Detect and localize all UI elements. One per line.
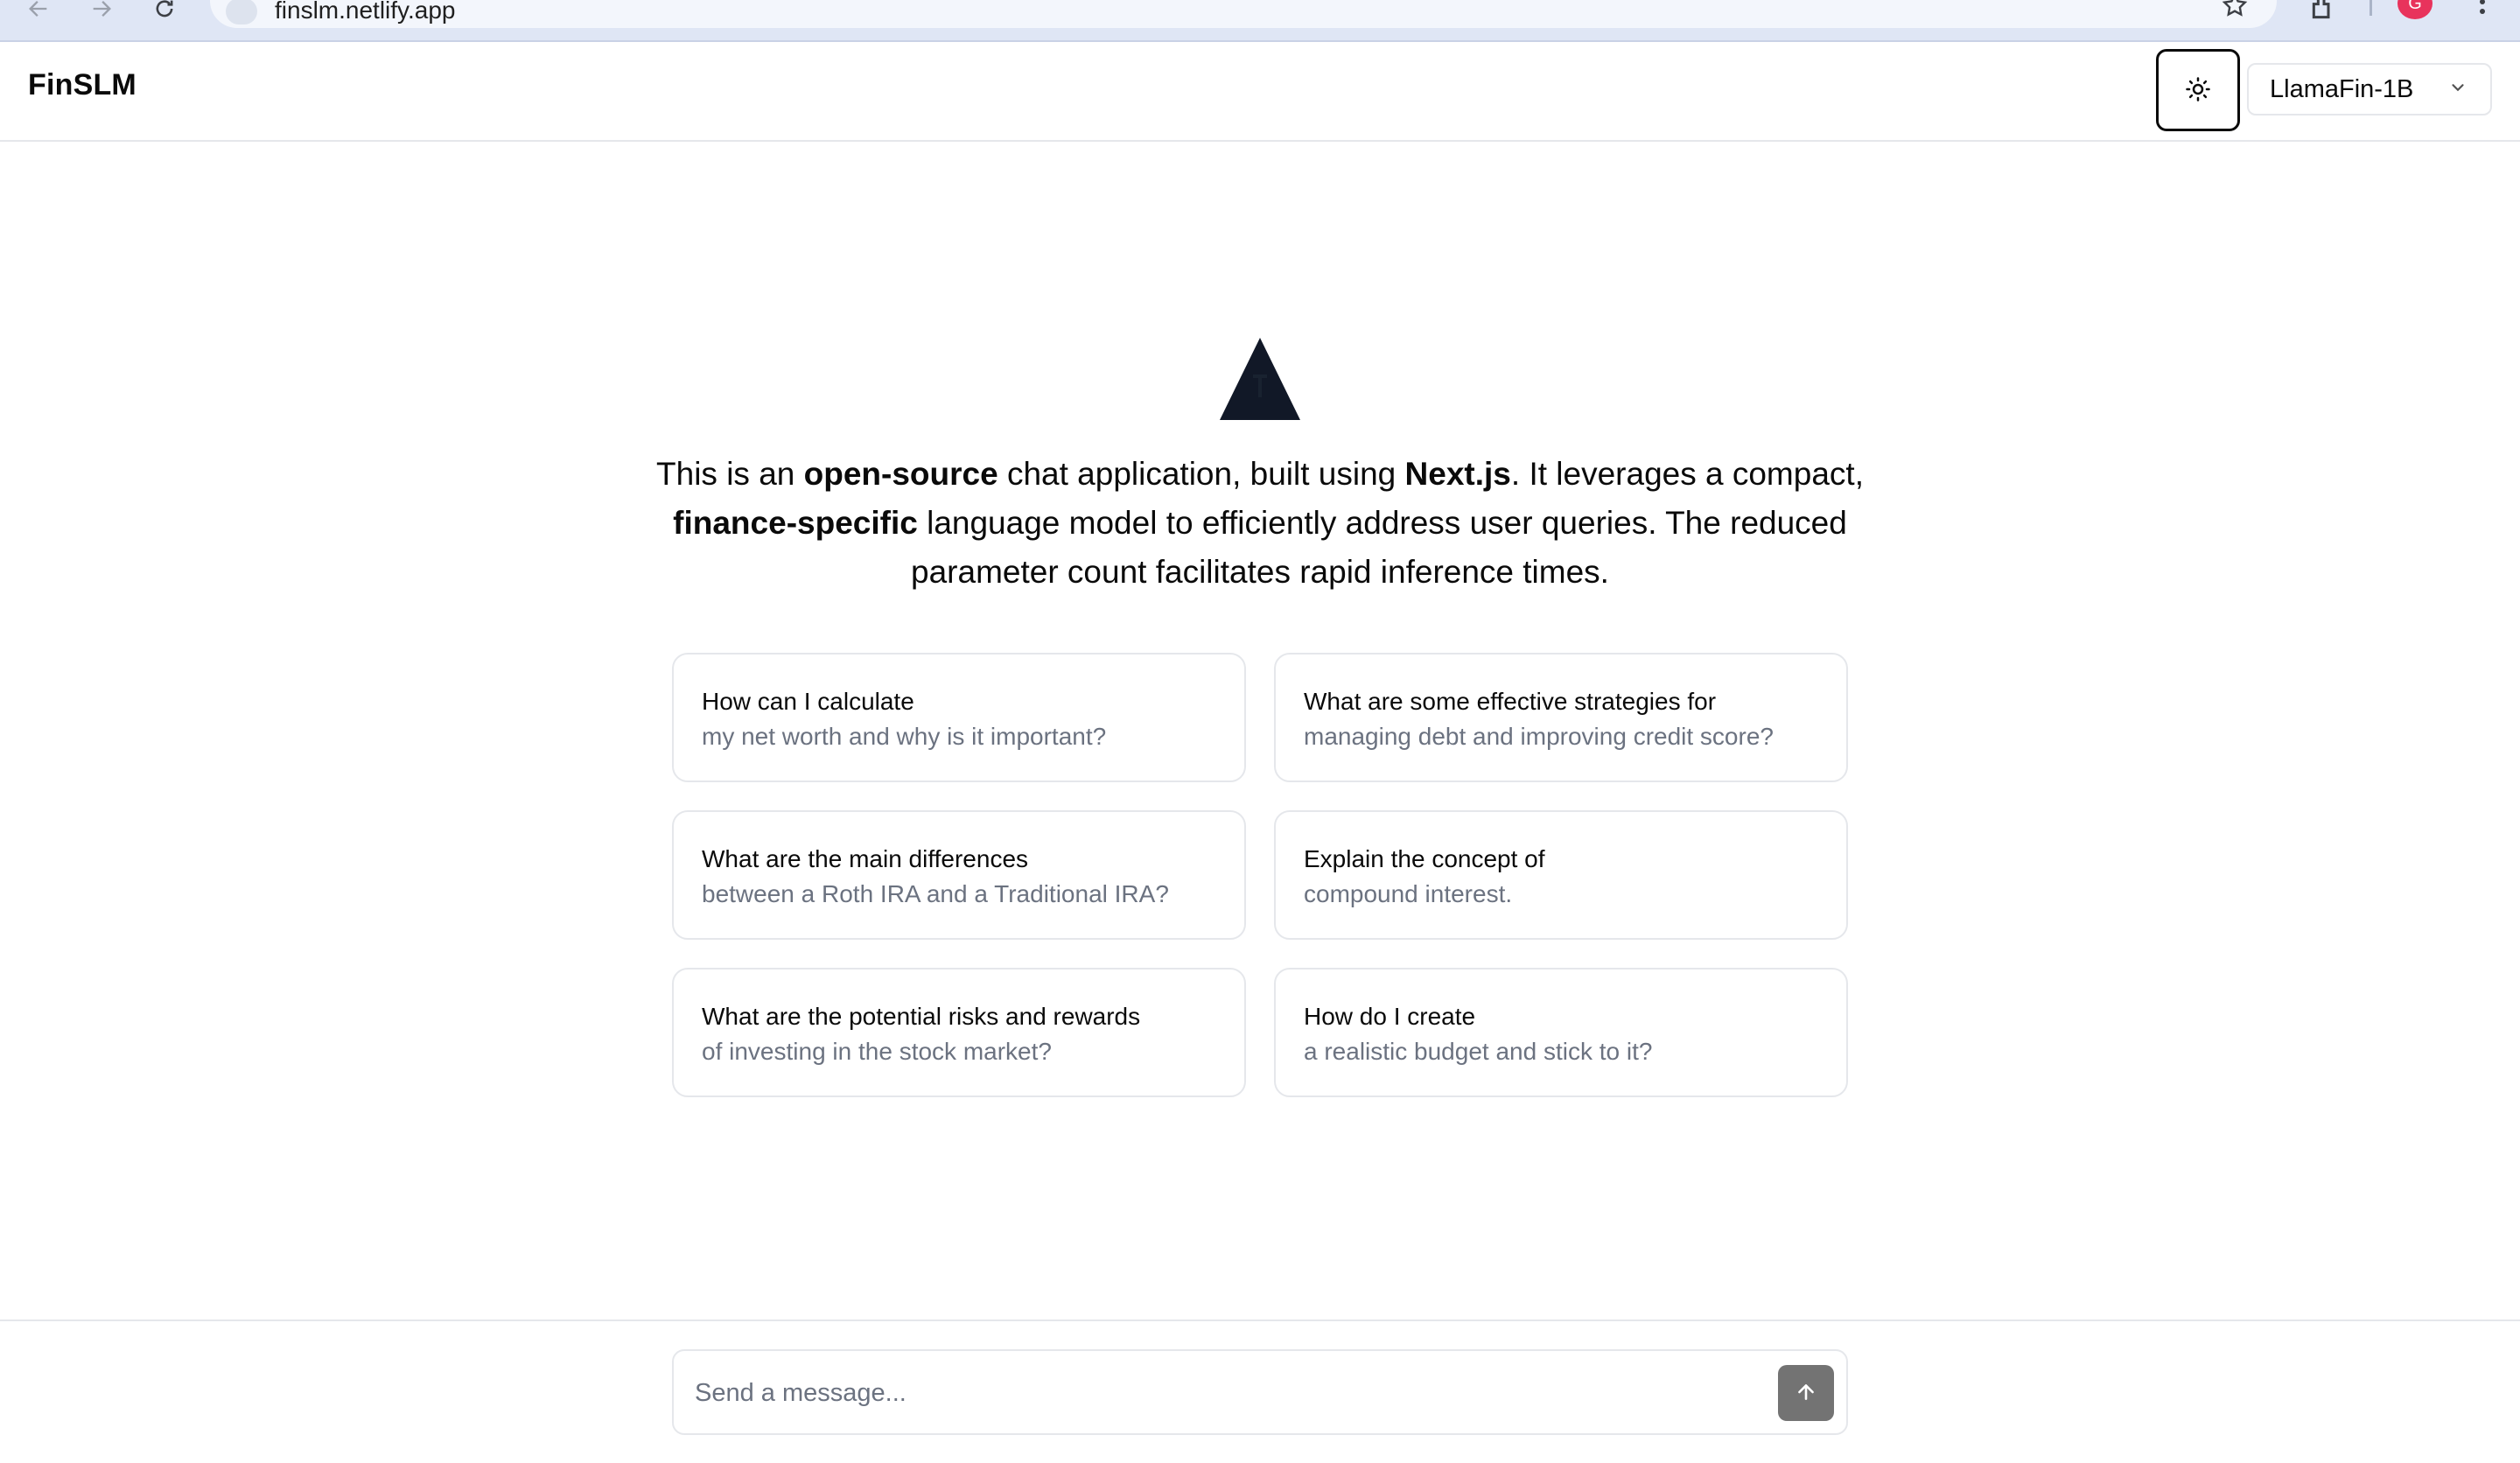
message-input[interactable] — [695, 1368, 1745, 1418]
suggestion-title: What are some effective strategies for — [1304, 688, 1717, 715]
suggestion-card[interactable]: What are the potential risks and rewards… — [672, 968, 1246, 1097]
intro-segment: . It leverages a compact, — [1510, 456, 1864, 492]
sun-icon — [2185, 76, 2211, 105]
theme-toggle-button[interactable] — [2156, 49, 2240, 131]
suggestion-title: What are the potential risks and rewards — [702, 1003, 1141, 1030]
bookmark-star-icon[interactable] — [2221, 0, 2249, 19]
browser-toolbar: finslm.netlify.app G — [0, 0, 2520, 42]
suggestion-subtitle: of investing in the stock market? — [702, 1038, 1052, 1065]
profile-avatar[interactable]: G — [2398, 0, 2432, 19]
brand-title[interactable]: FinSLM — [28, 68, 136, 102]
toolbar-divider — [2370, 0, 2372, 16]
intro-text: This is an open-source chat application,… — [648, 450, 1872, 597]
suggestion-subtitle: managing debt and improving credit score… — [1304, 723, 1774, 750]
suggestion-title: What are the main differences — [702, 845, 1029, 872]
suggestion-card[interactable]: Explain the concept of compound interest… — [1274, 810, 1848, 940]
suggestion-subtitle: a realistic budget and stick to it? — [1304, 1038, 1653, 1065]
composer-divider — [0, 1320, 2520, 1321]
suggestion-card[interactable]: What are some effective strategies for m… — [1274, 653, 1848, 782]
triangle-logo-icon — [1218, 336, 1302, 422]
intro-emphasis: open-source — [803, 456, 998, 492]
reload-icon[interactable] — [147, 0, 182, 26]
suggestion-subtitle: compound interest. — [1304, 880, 1513, 907]
suggestion-card[interactable]: How can I calculate my net worth and why… — [672, 653, 1246, 782]
extensions-icon[interactable] — [2306, 0, 2342, 24]
suggestion-title: How do I create — [1304, 1003, 1476, 1030]
suggestion-title: Explain the concept of — [1304, 845, 1545, 872]
forward-icon[interactable] — [84, 0, 119, 26]
address-bar[interactable]: finslm.netlify.app — [210, 0, 2277, 28]
app-header: FinSLM LlamaFin-1B — [0, 42, 2520, 142]
suggestion-subtitle: between a Roth IRA and a Traditional IRA… — [702, 880, 1169, 907]
model-select[interactable]: LlamaFin-1B — [2247, 63, 2492, 116]
message-composer — [672, 1349, 1848, 1435]
intro-emphasis: finance-specific — [673, 505, 918, 541]
chevron-down-icon — [2448, 75, 2468, 104]
intro-segment: This is an — [656, 456, 804, 492]
suggestion-title: How can I calculate — [702, 688, 914, 715]
suggestion-card[interactable]: How do I create a realistic budget and s… — [1274, 968, 1848, 1097]
send-button[interactable] — [1778, 1365, 1834, 1421]
intro-emphasis: Next.js — [1404, 456, 1511, 492]
suggestion-subtitle: my net worth and why is it important? — [702, 723, 1107, 750]
url-text: finslm.netlify.app — [275, 0, 456, 24]
intro-segment: language model to efficiently address us… — [911, 505, 1847, 590]
back-icon[interactable] — [21, 0, 56, 26]
suggestion-card[interactable]: What are the main differences between a … — [672, 810, 1246, 940]
arrow-up-icon — [1795, 1381, 1817, 1406]
suggestion-grid: How can I calculate my net worth and why… — [672, 653, 1848, 1097]
more-menu-icon[interactable] — [2468, 0, 2497, 19]
model-select-value: LlamaFin-1B — [2270, 74, 2414, 103]
intro-segment: chat application, built using — [998, 456, 1405, 492]
site-info-icon[interactable] — [226, 0, 257, 24]
